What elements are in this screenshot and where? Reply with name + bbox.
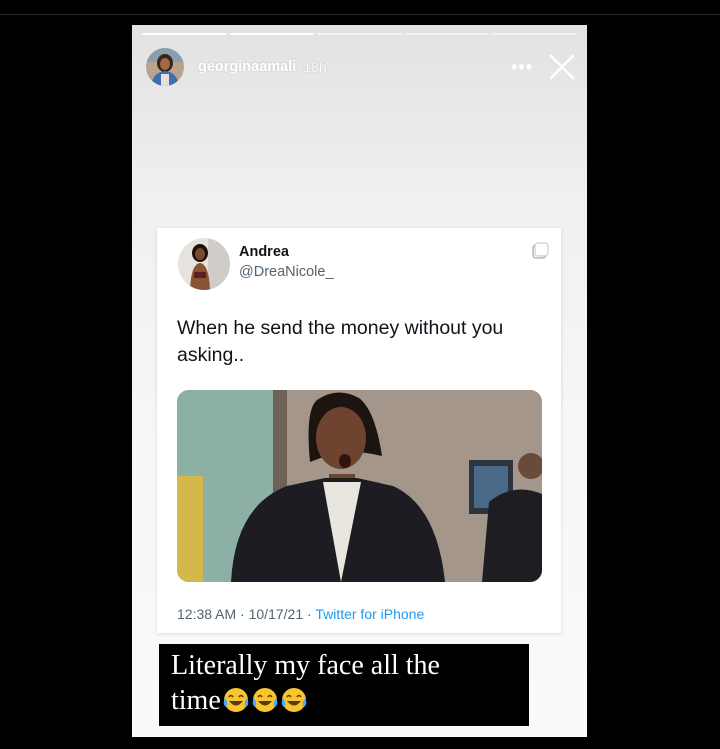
tweet-card[interactable]: Andrea @DreaNicole_ When he send the mon… — [157, 228, 561, 633]
meta-separator: · — [307, 606, 312, 622]
story-progress-bar — [142, 33, 577, 35]
face-with-tears-of-joy-icon — [222, 686, 250, 714]
progress-segment — [317, 33, 402, 35]
progress-segment — [492, 33, 577, 35]
face-with-tears-of-joy-icon — [251, 686, 279, 714]
tweet-author-name[interactable]: Andrea — [239, 244, 289, 260]
story-viewer[interactable]: georginaamali 18h ••• Andrea @DreaNicole… — [132, 25, 587, 737]
tweet-media-image[interactable] — [177, 390, 542, 582]
tweet-author-handle[interactable]: @DreaNicole_ — [239, 264, 334, 280]
story-caption: Literally my face all the time — [159, 644, 529, 726]
tweet-time: 12:38 AM — [177, 606, 237, 622]
story-username[interactable]: georginaamali — [198, 59, 296, 75]
caption-line-2: time — [171, 685, 221, 716]
top-divider — [0, 14, 720, 15]
progress-segment — [142, 33, 227, 35]
bookmark-square-icon — [532, 242, 549, 259]
tweet-text: When he send the money without you askin… — [177, 317, 504, 366]
tweet-avatar[interactable] — [178, 238, 230, 290]
progress-segment — [229, 33, 315, 35]
progress-segment — [404, 33, 490, 35]
close-icon[interactable] — [549, 54, 575, 80]
story-header: georginaamali 18h ••• — [146, 47, 575, 87]
face-with-tears-of-joy-icon — [280, 686, 308, 714]
story-avatar[interactable] — [146, 48, 184, 86]
meta-separator: · — [240, 606, 245, 622]
story-timestamp: 18h — [303, 59, 327, 75]
tweet-meta: 12:38 AM · 10/17/21 · Twitter for iPhone — [177, 606, 424, 622]
tweet-source-link[interactable]: Twitter for iPhone — [315, 606, 424, 622]
tweet-date: 10/17/21 — [248, 606, 304, 622]
caption-line-1: Literally my face all the — [171, 650, 440, 681]
more-options-icon[interactable]: ••• — [511, 58, 533, 76]
